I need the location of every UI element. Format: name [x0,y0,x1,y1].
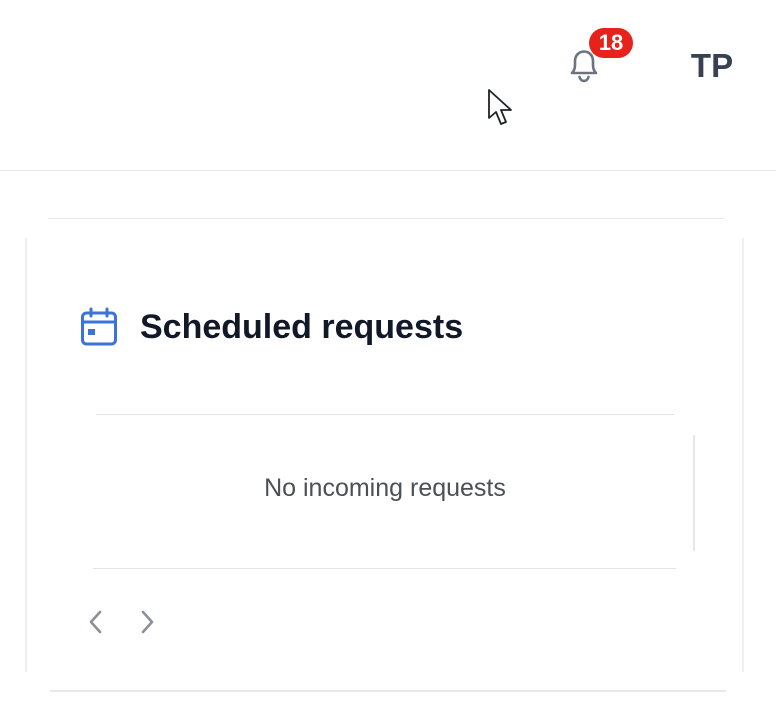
calendar-icon [81,307,117,346]
user-avatar[interactable]: TP [672,40,752,92]
empty-state-message: No incoming requests [264,474,506,502]
list-top-divider [96,414,674,415]
list-scrollbar-track[interactable] [693,435,695,551]
app-page: 18 TP Scheduled requests No incoming req… [0,0,776,722]
section-divider-bottom [50,690,726,692]
next-page-button[interactable] [130,605,164,639]
previous-page-button[interactable] [79,605,113,639]
top-bar: 18 TP [0,0,776,171]
mouse-pointer-icon [488,89,512,125]
section-divider [48,218,724,219]
card-header: Scheduled requests [80,304,463,350]
card-title: Scheduled requests [140,307,464,346]
chevron-right-icon [141,610,154,634]
chevron-left-icon [89,610,102,634]
list-bottom-divider [93,568,676,569]
notification-count-badge: 18 [589,28,633,58]
